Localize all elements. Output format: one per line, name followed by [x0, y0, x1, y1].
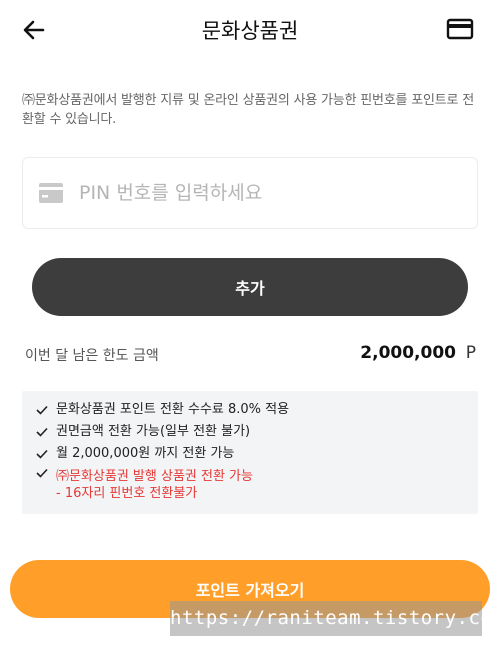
card-button[interactable] — [446, 16, 474, 42]
limit-label: 이번 달 남은 한도 금액 — [25, 348, 159, 364]
notice-text: 월 2,000,000원 까지 전환 가능 — [56, 446, 235, 461]
notice-warning-line2: - 16자리 핀번호 전환불가 — [56, 486, 198, 501]
credit-card-icon — [446, 18, 474, 40]
app-header: 문화상품권 — [0, 0, 500, 60]
check-icon — [36, 405, 48, 415]
pin-input[interactable] — [79, 172, 459, 214]
watermark-text: https://raniteam.tistory.com — [170, 601, 500, 636]
check-icon — [36, 427, 48, 437]
notice-text: 문화상품권 포인트 전환 수수료 8.0% 적용 — [56, 402, 290, 417]
notice-item: 문화상품권 포인트 전환 수수료 8.0% 적용 — [36, 399, 478, 421]
credit-card-icon — [39, 183, 63, 203]
notice-item: 권면금액 전환 가능(일부 전환 불가) — [36, 421, 478, 443]
notice-text: 권면금액 전환 가능(일부 전환 불가) — [56, 424, 251, 439]
notice-warning-line1: ㈜문화상품권 발행 상품권 전환 가능 — [56, 469, 253, 484]
page-title: 문화상품권 — [201, 19, 299, 43]
check-icon — [36, 449, 48, 459]
limit-unit: P — [465, 343, 476, 363]
limit-value: 2,000,000 — [360, 343, 456, 363]
notice-item-warning: ㈜문화상품권 발행 상품권 전환 가능 - 16자리 핀번호 전환불가 — [36, 468, 478, 502]
notice-box: 문화상품권 포인트 전환 수수료 8.0% 적용 권면금액 전환 가능(일부 전… — [22, 391, 478, 514]
description-text: ㈜문화상품권에서 발행한 지류 및 온라인 상품권의 사용 가능한 핀번호를 포… — [22, 93, 474, 127]
check-icon — [36, 468, 48, 478]
notice-item: 월 2,000,000원 까지 전환 가능 — [36, 443, 478, 465]
add-button[interactable]: 추가 — [32, 258, 468, 316]
pin-input-box[interactable] — [22, 157, 478, 229]
